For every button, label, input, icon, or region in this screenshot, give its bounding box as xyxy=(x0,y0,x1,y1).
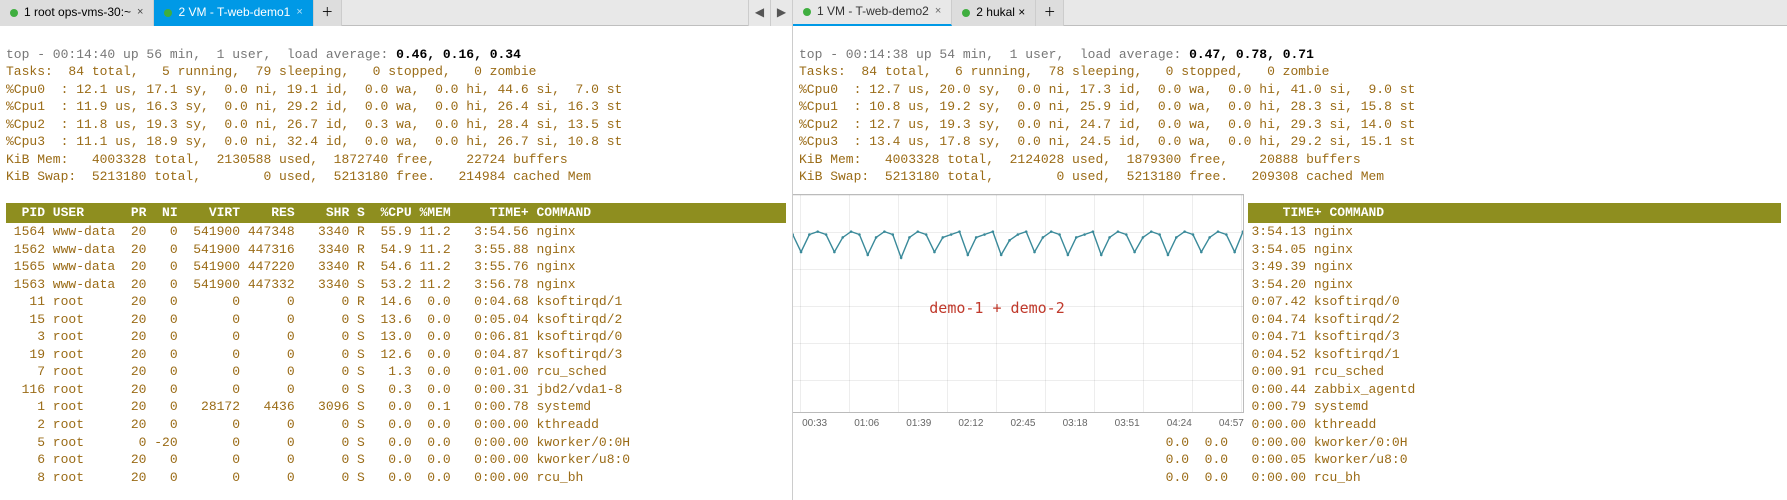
status-dot-icon xyxy=(10,9,18,17)
close-icon[interactable]: × xyxy=(137,5,143,20)
mem-line: KiB Mem: 4003328 total, 2124028 used, 18… xyxy=(799,152,1361,167)
throughput-chart: 745866215549724372932486212431 demo-1 + … xyxy=(793,190,1248,435)
status-dot-icon xyxy=(164,9,172,17)
new-tab-button[interactable]: ＋ xyxy=(314,0,342,26)
swap-line: KiB Swap: 5213180 total, 0 used, 5213180… xyxy=(799,169,1384,184)
right-tabbar: 1 VM - T-web-demo2 × 2 hukal × ＋ xyxy=(793,0,1787,26)
tab-vm-demo1[interactable]: 2 VM - T-web-demo1 × xyxy=(154,0,313,26)
x-tick: 01:39 xyxy=(906,417,931,433)
x-tick: 03:51 xyxy=(1115,417,1140,433)
load-average: 0.46, 0.16, 0.34 xyxy=(396,47,521,62)
top-header-line: top - 00:14:38 up 54 min, 1 user, load a… xyxy=(799,47,1189,62)
table-row: 1563 www-data 20 0 541900 447332 3340 S … xyxy=(6,276,786,294)
x-tick: 01:06 xyxy=(854,417,879,433)
close-icon[interactable]: × xyxy=(935,4,941,19)
x-tick: 00:33 xyxy=(802,417,827,433)
tab-scroll-left-icon[interactable]: ◀ xyxy=(748,0,770,26)
table-row: 116 root 20 0 0 0 0 S 0.3 0.0 0:00.31 jb… xyxy=(6,381,786,399)
table-row: 1565 www-data 20 0 541900 447220 3340 R … xyxy=(6,258,786,276)
left-terminal[interactable]: top - 00:14:40 up 56 min, 1 user, load a… xyxy=(0,26,792,492)
tab-label: 1 VM - T-web-demo2 xyxy=(817,3,929,19)
chart-annotation: demo-1 + demo-2 xyxy=(929,298,1064,318)
tab-root-ops[interactable]: 1 root ops-vms-30:~ × xyxy=(0,0,154,26)
table-row: 5 root 0 -20 0 0 0 S 0.0 0.0 0:00.00 kwo… xyxy=(6,434,786,452)
x-tick: 02:12 xyxy=(958,417,983,433)
cpu3-line: %Cpu3 : 13.4 us, 17.8 sy, 0.0 ni, 24.5 i… xyxy=(799,134,1415,149)
status-dot-icon xyxy=(803,8,811,16)
cpu3-line: %Cpu3 : 11.1 us, 18.9 sy, 0.0 ni, 32.4 i… xyxy=(6,134,622,149)
table-row: 1562 www-data 20 0 541900 447316 3340 R … xyxy=(6,241,786,259)
mem-line: KiB Mem: 4003328 total, 2130588 used, 18… xyxy=(6,152,568,167)
tab-hukal[interactable]: 2 hukal × xyxy=(952,0,1036,26)
table-row: 1 root 20 0 28172 4436 3096 S 0.0 0.1 0:… xyxy=(6,398,786,416)
top-header-line: top - 00:14:40 up 56 min, 1 user, load a… xyxy=(6,47,396,62)
table-row: 3 root 20 0 0 0 0 S 13.0 0.0 0:06.81 kso… xyxy=(6,328,786,346)
table-row: 8 root 20 0 0 0 0 S 0.0 0.0 0:00.00 rcu_… xyxy=(6,469,786,487)
table-row: 15 root 20 0 0 0 0 S 13.6 0.0 0:05.04 ks… xyxy=(6,311,786,329)
table-row: 0.0 0.0 0:00.05 kworker/u8:0 xyxy=(799,451,1781,469)
table-row: 7 root 20 0 0 0 0 S 1.3 0.0 0:01.00 rcu_… xyxy=(6,363,786,381)
tasks-line: Tasks: 84 total, 5 running, 79 sleeping,… xyxy=(6,64,537,79)
table-row: 19 root 20 0 0 0 0 S 12.6 0.0 0:04.87 ks… xyxy=(6,346,786,364)
x-tick: 04:24 xyxy=(1167,417,1192,433)
table-row: 0.0 0.0 0:00.00 rcu_bh xyxy=(799,469,1781,487)
table-row: 6 root 20 0 0 0 0 S 0.0 0.0 0:00.00 kwor… xyxy=(6,451,786,469)
close-icon[interactable]: × xyxy=(296,5,302,20)
new-tab-button[interactable]: ＋ xyxy=(1036,0,1064,26)
process-table-header: PID USER PR NI VIRT RES SHR S %CPU %MEM … xyxy=(6,203,786,223)
left-tabbar: 1 root ops-vms-30:~ × 2 VM - T-web-demo1… xyxy=(0,0,792,26)
chart-plot-area: demo-1 + demo-2 xyxy=(793,194,1244,413)
left-pane: 1 root ops-vms-30:~ × 2 VM - T-web-demo1… xyxy=(0,0,793,500)
cpu0-line: %Cpu0 : 12.1 us, 17.1 sy, 0.0 ni, 19.1 i… xyxy=(6,82,622,97)
table-row: 2 root 20 0 0 0 0 S 0.0 0.0 0:00.00 kthr… xyxy=(6,416,786,434)
right-pane: 1 VM - T-web-demo2 × 2 hukal × ＋ top - 0… xyxy=(793,0,1787,500)
cpu2-line: %Cpu2 : 11.8 us, 19.3 sy, 0.0 ni, 26.7 i… xyxy=(6,117,622,132)
tab-label: 2 hukal × xyxy=(976,4,1025,20)
x-tick: 02:45 xyxy=(1010,417,1035,433)
chart-x-axis: 00:0000:3301:0601:3902:1202:4503:1803:51… xyxy=(793,417,1244,433)
x-tick: 03:18 xyxy=(1063,417,1088,433)
cpu1-line: %Cpu1 : 11.9 us, 16.3 sy, 0.0 ni, 29.2 i… xyxy=(6,99,622,114)
cpu1-line: %Cpu1 : 10.8 us, 19.2 sy, 0.0 ni, 25.9 i… xyxy=(799,99,1415,114)
tab-vm-demo2[interactable]: 1 VM - T-web-demo2 × xyxy=(793,0,952,26)
status-dot-icon xyxy=(962,9,970,17)
table-row: 0.0 0.0 0:00.00 kworker/0:0H xyxy=(799,434,1781,452)
table-row: 11 root 20 0 0 0 0 R 14.6 0.0 0:04.68 ks… xyxy=(6,293,786,311)
tab-label: 2 VM - T-web-demo1 xyxy=(178,4,290,20)
tab-label: 1 root ops-vms-30:~ xyxy=(24,4,131,20)
load-average: 0.47, 0.78, 0.71 xyxy=(1189,47,1314,62)
cpu2-line: %Cpu2 : 12.7 us, 19.3 sy, 0.0 ni, 24.7 i… xyxy=(799,117,1415,132)
x-tick: 04:57 xyxy=(1219,417,1244,433)
tab-scroll-right-icon[interactable]: ▶ xyxy=(770,0,792,26)
table-row: 1564 www-data 20 0 541900 447348 3340 R … xyxy=(6,223,786,241)
swap-line: KiB Swap: 5213180 total, 0 used, 5213180… xyxy=(6,169,591,184)
tasks-line: Tasks: 84 total, 6 running, 78 sleeping,… xyxy=(799,64,1330,79)
cpu0-line: %Cpu0 : 12.7 us, 20.0 sy, 0.0 ni, 17.3 i… xyxy=(799,82,1415,97)
